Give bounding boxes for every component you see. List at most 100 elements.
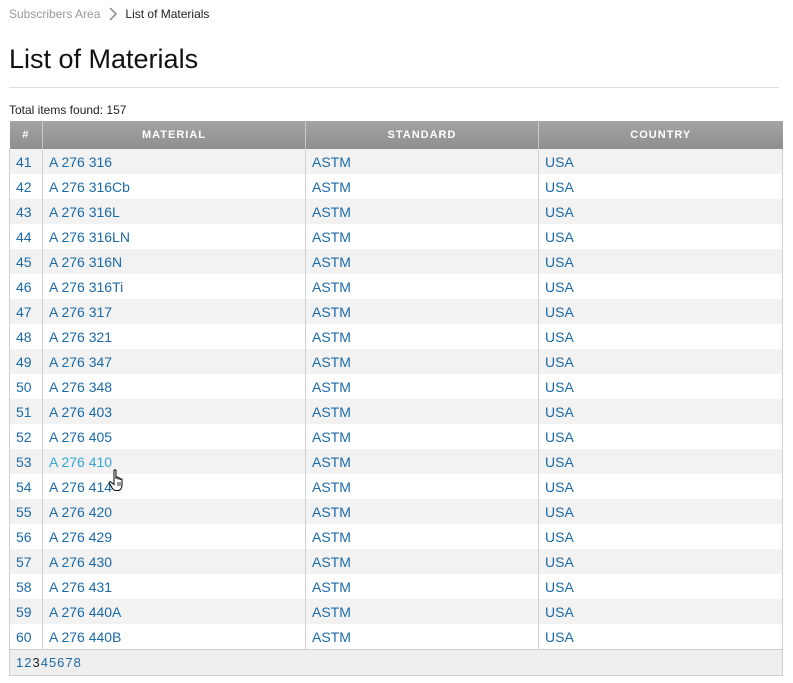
- country-link[interactable]: USA: [545, 504, 574, 520]
- row-number-link[interactable]: 42: [16, 179, 32, 195]
- pagination-page-link[interactable]: 4: [41, 655, 48, 670]
- material-link[interactable]: A 276 316Cb: [49, 179, 130, 195]
- standard-link[interactable]: ASTM: [312, 504, 351, 520]
- row-number-link[interactable]: 50: [16, 379, 32, 395]
- materials-table: # MATERIAL STANDARD COUNTRY 41 A 276 316 A…: [9, 121, 783, 676]
- country-link[interactable]: USA: [545, 304, 574, 320]
- row-number-link[interactable]: 53: [16, 454, 32, 470]
- table-cell-num: 42: [9, 174, 43, 199]
- country-link[interactable]: USA: [545, 554, 574, 570]
- row-number-link[interactable]: 45: [16, 254, 32, 270]
- row-number-link[interactable]: 47: [16, 304, 32, 320]
- standard-link[interactable]: ASTM: [312, 629, 351, 645]
- standard-link[interactable]: ASTM: [312, 204, 351, 220]
- pagination-page-link[interactable]: 6: [57, 655, 64, 670]
- country-link[interactable]: USA: [545, 629, 574, 645]
- row-number-link[interactable]: 56: [16, 529, 32, 545]
- table-row: 42 A 276 316Cb ASTM USA: [9, 174, 783, 199]
- column-header-material[interactable]: MATERIAL: [42, 121, 306, 149]
- material-link[interactable]: A 276 440B: [49, 629, 121, 645]
- standard-link[interactable]: ASTM: [312, 304, 351, 320]
- row-number-link[interactable]: 57: [16, 554, 32, 570]
- standard-link[interactable]: ASTM: [312, 529, 351, 545]
- material-link[interactable]: A 276 316L: [49, 204, 120, 220]
- country-link[interactable]: USA: [545, 404, 574, 420]
- pagination-page-link[interactable]: 2: [24, 655, 31, 670]
- country-link[interactable]: USA: [545, 329, 574, 345]
- standard-link[interactable]: ASTM: [312, 479, 351, 495]
- material-link[interactable]: A 276 321: [49, 329, 112, 345]
- breadcrumb-subscribers-area-link[interactable]: Subscribers Area: [9, 7, 100, 21]
- material-link[interactable]: A 276 316N: [49, 254, 122, 270]
- material-link[interactable]: A 276 414: [49, 479, 112, 495]
- row-number-link[interactable]: 41: [16, 154, 32, 170]
- country-link[interactable]: USA: [545, 154, 574, 170]
- material-link[interactable]: A 276 429: [49, 529, 112, 545]
- country-link[interactable]: USA: [545, 229, 574, 245]
- table-cell-num: 59: [9, 599, 43, 624]
- standard-link[interactable]: ASTM: [312, 179, 351, 195]
- country-link[interactable]: USA: [545, 579, 574, 595]
- standard-link[interactable]: ASTM: [312, 429, 351, 445]
- row-number-link[interactable]: 48: [16, 329, 32, 345]
- pagination-page-link[interactable]: 1: [16, 655, 23, 670]
- material-link[interactable]: A 276 348: [49, 379, 112, 395]
- country-link[interactable]: USA: [545, 204, 574, 220]
- table-cell-country: USA: [538, 224, 783, 249]
- column-header-country[interactable]: COUNTRY: [538, 121, 783, 149]
- row-number-link[interactable]: 58: [16, 579, 32, 595]
- row-number-link[interactable]: 51: [16, 404, 32, 420]
- standard-link[interactable]: ASTM: [312, 604, 351, 620]
- row-number-link[interactable]: 55: [16, 504, 32, 520]
- row-number-link[interactable]: 43: [16, 204, 32, 220]
- country-link[interactable]: USA: [545, 454, 574, 470]
- standard-link[interactable]: ASTM: [312, 254, 351, 270]
- material-link[interactable]: A 276 430: [49, 554, 112, 570]
- material-link[interactable]: A 276 440A: [49, 604, 121, 620]
- country-link[interactable]: USA: [545, 279, 574, 295]
- pagination-page-link[interactable]: 8: [74, 655, 81, 670]
- row-number-link[interactable]: 44: [16, 229, 32, 245]
- material-link[interactable]: A 276 420: [49, 504, 112, 520]
- material-link[interactable]: A 276 347: [49, 354, 112, 370]
- country-link[interactable]: USA: [545, 604, 574, 620]
- row-number-link[interactable]: 54: [16, 479, 32, 495]
- row-number-link[interactable]: 49: [16, 354, 32, 370]
- column-header-standard[interactable]: STANDARD: [305, 121, 539, 149]
- row-number-link[interactable]: 52: [16, 429, 32, 445]
- row-number-link[interactable]: 46: [16, 279, 32, 295]
- standard-link[interactable]: ASTM: [312, 154, 351, 170]
- material-link[interactable]: A 276 403: [49, 404, 112, 420]
- material-link[interactable]: A 276 316LN: [49, 229, 130, 245]
- table-cell-standard: ASTM: [305, 599, 539, 624]
- standard-link[interactable]: ASTM: [312, 329, 351, 345]
- material-link[interactable]: A 276 405: [49, 429, 112, 445]
- pagination-page-link[interactable]: 5: [49, 655, 56, 670]
- country-link[interactable]: USA: [545, 479, 574, 495]
- row-number-link[interactable]: 60: [16, 629, 32, 645]
- standard-link[interactable]: ASTM: [312, 454, 351, 470]
- country-link[interactable]: USA: [545, 354, 574, 370]
- standard-link[interactable]: ASTM: [312, 279, 351, 295]
- country-link[interactable]: USA: [545, 179, 574, 195]
- table-cell-country: USA: [538, 324, 783, 349]
- standard-link[interactable]: ASTM: [312, 404, 351, 420]
- country-link[interactable]: USA: [545, 429, 574, 445]
- pagination-page-link[interactable]: 7: [65, 655, 72, 670]
- table-row: 43 A 276 316L ASTM USA: [9, 199, 783, 224]
- material-link[interactable]: A 276 410: [49, 454, 112, 470]
- standard-link[interactable]: ASTM: [312, 579, 351, 595]
- standard-link[interactable]: ASTM: [312, 229, 351, 245]
- standard-link[interactable]: ASTM: [312, 554, 351, 570]
- standard-link[interactable]: ASTM: [312, 354, 351, 370]
- material-link[interactable]: A 276 317: [49, 304, 112, 320]
- material-link[interactable]: A 276 316: [49, 154, 112, 170]
- standard-link[interactable]: ASTM: [312, 379, 351, 395]
- country-link[interactable]: USA: [545, 379, 574, 395]
- column-header-number[interactable]: #: [9, 121, 43, 149]
- country-link[interactable]: USA: [545, 254, 574, 270]
- row-number-link[interactable]: 59: [16, 604, 32, 620]
- material-link[interactable]: A 276 431: [49, 579, 112, 595]
- material-link[interactable]: A 276 316Ti: [49, 279, 123, 295]
- country-link[interactable]: USA: [545, 529, 574, 545]
